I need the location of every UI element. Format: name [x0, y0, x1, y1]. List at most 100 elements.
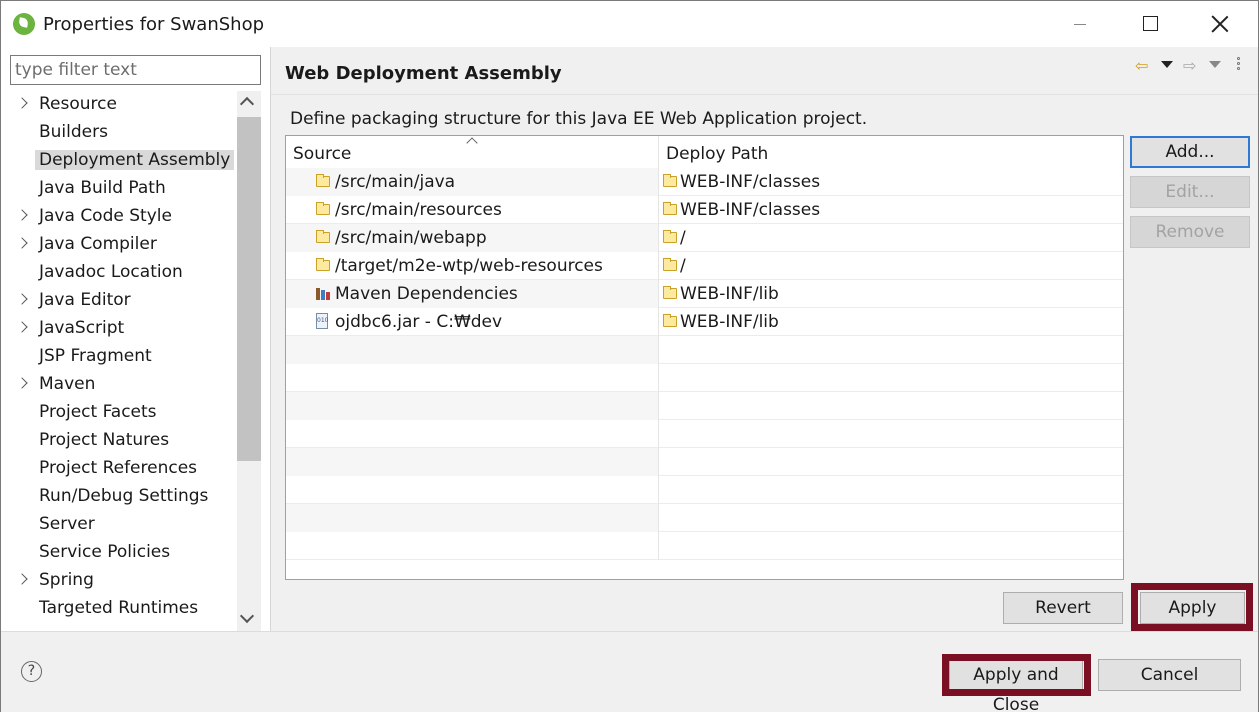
nav-item-label: Run/Debug Settings: [39, 486, 209, 506]
add-button[interactable]: Add...: [1130, 136, 1250, 168]
table-row[interactable]: [286, 364, 1123, 392]
source-cell[interactable]: [286, 420, 658, 448]
source-cell[interactable]: [286, 448, 658, 476]
nav-item[interactable]: Run/Debug Settings: [10, 483, 237, 511]
nav-item[interactable]: Project Facets: [10, 399, 237, 427]
forward-arrow-icon[interactable]: ⇨: [1183, 56, 1196, 75]
nav-item[interactable]: Server: [10, 511, 237, 539]
nav-item[interactable]: Java Code Style: [10, 203, 237, 231]
sort-ascending-icon: [466, 137, 478, 149]
chevron-right-icon[interactable]: [16, 237, 28, 249]
view-menu-icon[interactable]: [1237, 57, 1241, 73]
nav-item[interactable]: Java Compiler: [10, 231, 237, 259]
nav-item[interactable]: Java Build Path: [10, 175, 237, 203]
deploy-path-cell[interactable]: [658, 392, 1123, 420]
deploy-path-cell[interactable]: WEB-INF/classes: [658, 168, 1123, 196]
table-row[interactable]: /src/main/webapp /: [286, 224, 1123, 252]
nav-item[interactable]: Maven: [10, 371, 237, 399]
folder-icon: [663, 314, 677, 327]
deploy-path-cell[interactable]: /: [658, 252, 1123, 280]
back-dropdown-icon[interactable]: [1161, 61, 1173, 68]
chevron-right-icon[interactable]: [16, 573, 28, 585]
deploy-path-cell[interactable]: [658, 504, 1123, 532]
scroll-thumb[interactable]: [237, 117, 261, 461]
chevron-right-icon[interactable]: [16, 321, 28, 333]
table-row[interactable]: /target/m2e-wtp/web-resources /: [286, 252, 1123, 280]
source-cell[interactable]: [286, 532, 658, 560]
table-row[interactable]: [286, 336, 1123, 364]
back-arrow-icon[interactable]: ⇦: [1135, 56, 1148, 75]
table-row[interactable]: [286, 532, 1123, 560]
page-description: Define packaging structure for this Java…: [290, 109, 868, 129]
nav-item[interactable]: Builders: [10, 119, 237, 147]
deploy-path-cell[interactable]: [658, 476, 1123, 504]
chevron-right-icon[interactable]: [16, 293, 28, 305]
nav-item[interactable]: Project References: [10, 455, 237, 483]
deploy-path-cell[interactable]: [658, 448, 1123, 476]
source-cell[interactable]: Maven Dependencies: [286, 280, 658, 308]
page-title: Web Deployment Assembly: [285, 63, 562, 84]
deploy-path-cell[interactable]: WEB-INF/classes: [658, 196, 1123, 224]
nav-item[interactable]: JavaScript: [10, 315, 237, 343]
source-cell[interactable]: [286, 392, 658, 420]
nav-item[interactable]: Project Natures: [10, 427, 237, 455]
source-cell[interactable]: [286, 504, 658, 532]
nav-item[interactable]: Javadoc Location: [10, 259, 237, 287]
table-row[interactable]: [286, 504, 1123, 532]
nav-item[interactable]: Targeted Runtimes: [10, 595, 237, 623]
scroll-down-icon[interactable]: [239, 608, 255, 624]
table-row[interactable]: [286, 392, 1123, 420]
revert-button[interactable]: Revert: [1003, 592, 1123, 624]
table-row[interactable]: 010 ojdbc6.jar - C:₩dev WEB-INF/lib: [286, 308, 1123, 336]
source-cell[interactable]: [286, 476, 658, 504]
deploy-path-cell[interactable]: WEB-INF/lib: [658, 308, 1123, 336]
table-row[interactable]: [286, 448, 1123, 476]
table-row[interactable]: [286, 476, 1123, 504]
source-cell[interactable]: /src/main/webapp: [286, 224, 658, 252]
column-header-source[interactable]: Source: [286, 136, 658, 168]
deploy-path-cell[interactable]: [658, 364, 1123, 392]
nav-scrollbar[interactable]: [237, 91, 261, 631]
nav-item[interactable]: Service Policies: [10, 539, 237, 567]
folder-icon: [663, 230, 677, 243]
source-cell[interactable]: 010 ojdbc6.jar - C:₩dev: [286, 308, 658, 336]
nav-item[interactable]: Resource: [10, 91, 237, 119]
nav-item[interactable]: Java Editor: [10, 287, 237, 315]
help-icon[interactable]: ?: [21, 661, 42, 682]
deploy-path-cell[interactable]: [658, 336, 1123, 364]
chevron-right-icon[interactable]: [16, 97, 28, 109]
deploy-path-cell[interactable]: WEB-INF/lib: [658, 280, 1123, 308]
nav-item-label: Deployment Assembly: [35, 150, 235, 170]
window-title: Properties for SwanShop: [43, 14, 265, 35]
nav-item[interactable]: Spring: [10, 567, 237, 595]
apply-and-close-highlight-box: [942, 654, 1091, 696]
deploy-path-cell[interactable]: /: [658, 224, 1123, 252]
filter-input[interactable]: [10, 55, 261, 85]
forward-dropdown-icon[interactable]: [1209, 61, 1221, 68]
edit-button[interactable]: Edit...: [1130, 176, 1250, 208]
deploy-path-cell[interactable]: [658, 420, 1123, 448]
nav-item-label: Javadoc Location: [39, 262, 183, 282]
table-row[interactable]: /src/main/java WEB-INF/classes: [286, 168, 1123, 196]
source-cell[interactable]: [286, 364, 658, 392]
source-cell[interactable]: /target/m2e-wtp/web-resources: [286, 252, 658, 280]
column-header-deploy-path[interactable]: Deploy Path: [658, 136, 1123, 168]
properties-dialog: Properties for SwanShop Resource Builders…: [0, 0, 1259, 712]
table-row[interactable]: Maven Dependencies WEB-INF/lib: [286, 280, 1123, 308]
nav-item[interactable]: Deployment Assembly: [10, 147, 237, 175]
nav-item-label: JavaScript: [39, 318, 125, 338]
deploy-path-cell[interactable]: [658, 532, 1123, 560]
source-cell[interactable]: /src/main/java: [286, 168, 658, 196]
chevron-right-icon[interactable]: [16, 209, 28, 221]
nav-item[interactable]: JSP Fragment: [10, 343, 237, 371]
table-row[interactable]: /src/main/resources WEB-INF/classes: [286, 196, 1123, 224]
deployment-assembly-table[interactable]: Source Deploy Path /src/main/java WEB-INF…: [285, 135, 1124, 580]
table-row[interactable]: [286, 420, 1123, 448]
source-cell[interactable]: [286, 336, 658, 364]
cancel-button[interactable]: Cancel: [1098, 659, 1241, 691]
remove-button[interactable]: Remove: [1130, 216, 1250, 248]
source-cell[interactable]: /src/main/resources: [286, 196, 658, 224]
scroll-up-icon[interactable]: [239, 96, 255, 112]
page-header: Web Deployment Assembly ⇦ ⇨: [271, 47, 1258, 94]
chevron-right-icon[interactable]: [16, 377, 28, 389]
